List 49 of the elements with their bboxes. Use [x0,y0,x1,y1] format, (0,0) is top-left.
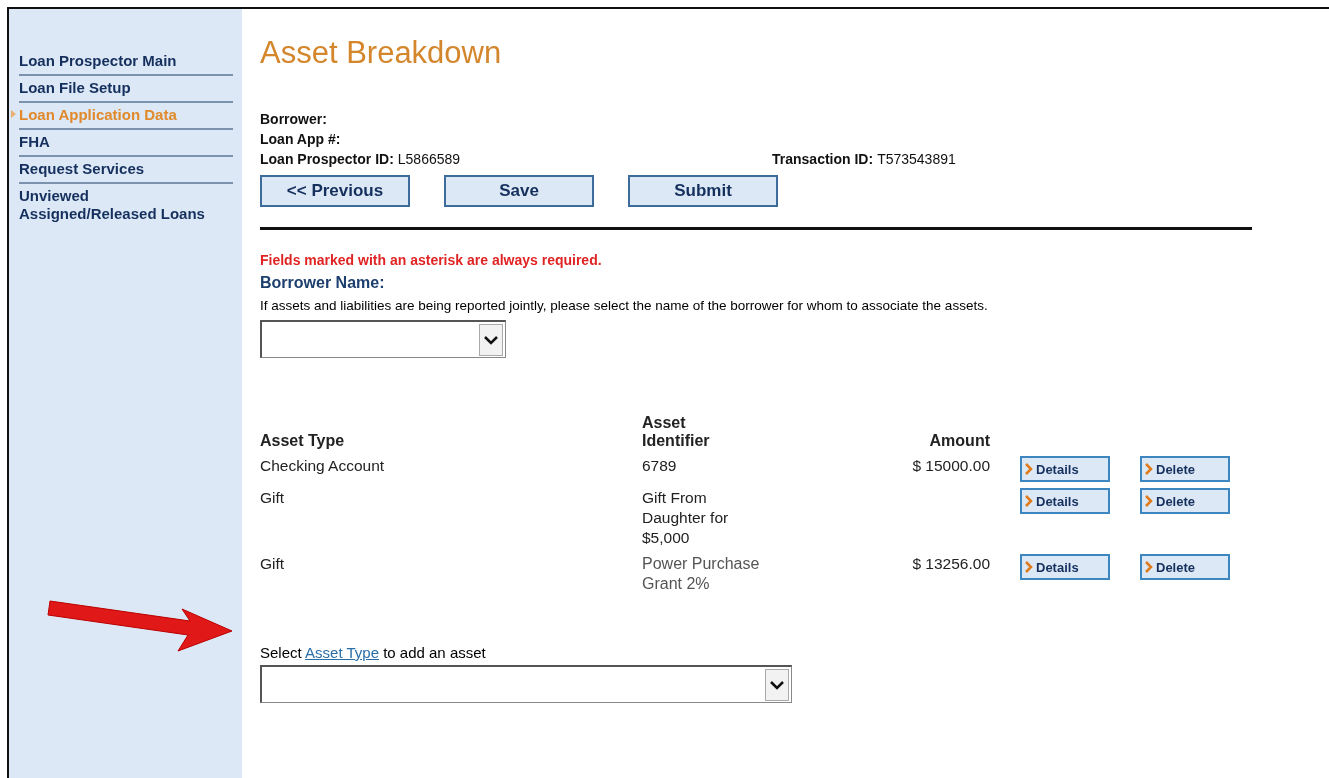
info-label: Loan App #: [260,130,341,149]
chevron-right-icon [1145,561,1153,573]
chevron-down-icon [765,668,789,701]
row-action-button[interactable]: Details [1020,554,1110,580]
row-action-button[interactable]: Delete [1140,456,1230,482]
row-action-button[interactable]: Details [1020,456,1110,482]
row-action-button[interactable]: Delete [1140,554,1230,580]
column-header: Asset Identifier [642,414,711,450]
table-cell-text: Gift [260,488,286,508]
info-label: Borrower: [260,110,327,129]
row-action-button[interactable]: Delete [1140,488,1230,514]
add-asset-text: Select Asset Type to add an asset [260,644,487,661]
row-action-button[interactable]: Details [1020,488,1110,514]
chevron-right-icon [1025,561,1033,573]
required-note: Fields marked with an asterisk are always required. [260,252,603,268]
form-button[interactable]: Submit [628,175,778,207]
info-value: L5866589 [397,150,461,169]
sidebar-link[interactable]: Loan File Setup [19,78,233,103]
table-cell-text: Gift [260,554,286,574]
sidebar-link[interactable]: Loan Prospector Main [19,51,233,76]
marker-icon [11,110,16,118]
sidebar-link[interactable]: Request Services [19,159,233,184]
table-cell-text: 6789 [642,456,678,476]
chevron-right-icon [1025,463,1033,475]
asset-type-select[interactable] [260,665,792,703]
table-cell-text: $ 13256.00 [911,554,990,574]
chevron-right-icon [1145,495,1153,507]
help-text: If assets and liabilities are being reported jointly, please select the name of the borrower for whom to associate the assets. [260,297,989,315]
asset-type-link[interactable]: Asset Type [305,644,379,661]
table-cell-text: Power Purchase Grant 2% [642,554,761,594]
column-header: Asset Type [260,432,346,450]
table-cell-text: Gift From Daughter for $5,000 [642,488,730,548]
chevron-down-icon [479,323,503,356]
info-label: Transaction ID: [772,150,874,169]
field-label: Borrower Name: [260,274,386,292]
sidebar-link[interactable]: Unviewed Assigned/Released Loans [19,186,233,227]
page-title: Asset Breakdown [260,35,503,71]
sidebar-link[interactable]: FHA [19,132,233,157]
column-header: Amount [928,432,990,450]
form-button[interactable]: << Previous [260,175,410,207]
form-button[interactable]: Save [444,175,594,207]
info-value: T573543891 [877,150,956,169]
info-label: Loan Prospector ID: [260,150,394,169]
table-cell-text: Checking Account [260,456,386,476]
borrower-select[interactable] [260,320,506,358]
table-cell-text: $ 15000.00 [911,456,990,476]
arrow-icon [47,600,233,652]
chevron-right-icon [1025,495,1033,507]
chevron-right-icon [1145,463,1153,475]
